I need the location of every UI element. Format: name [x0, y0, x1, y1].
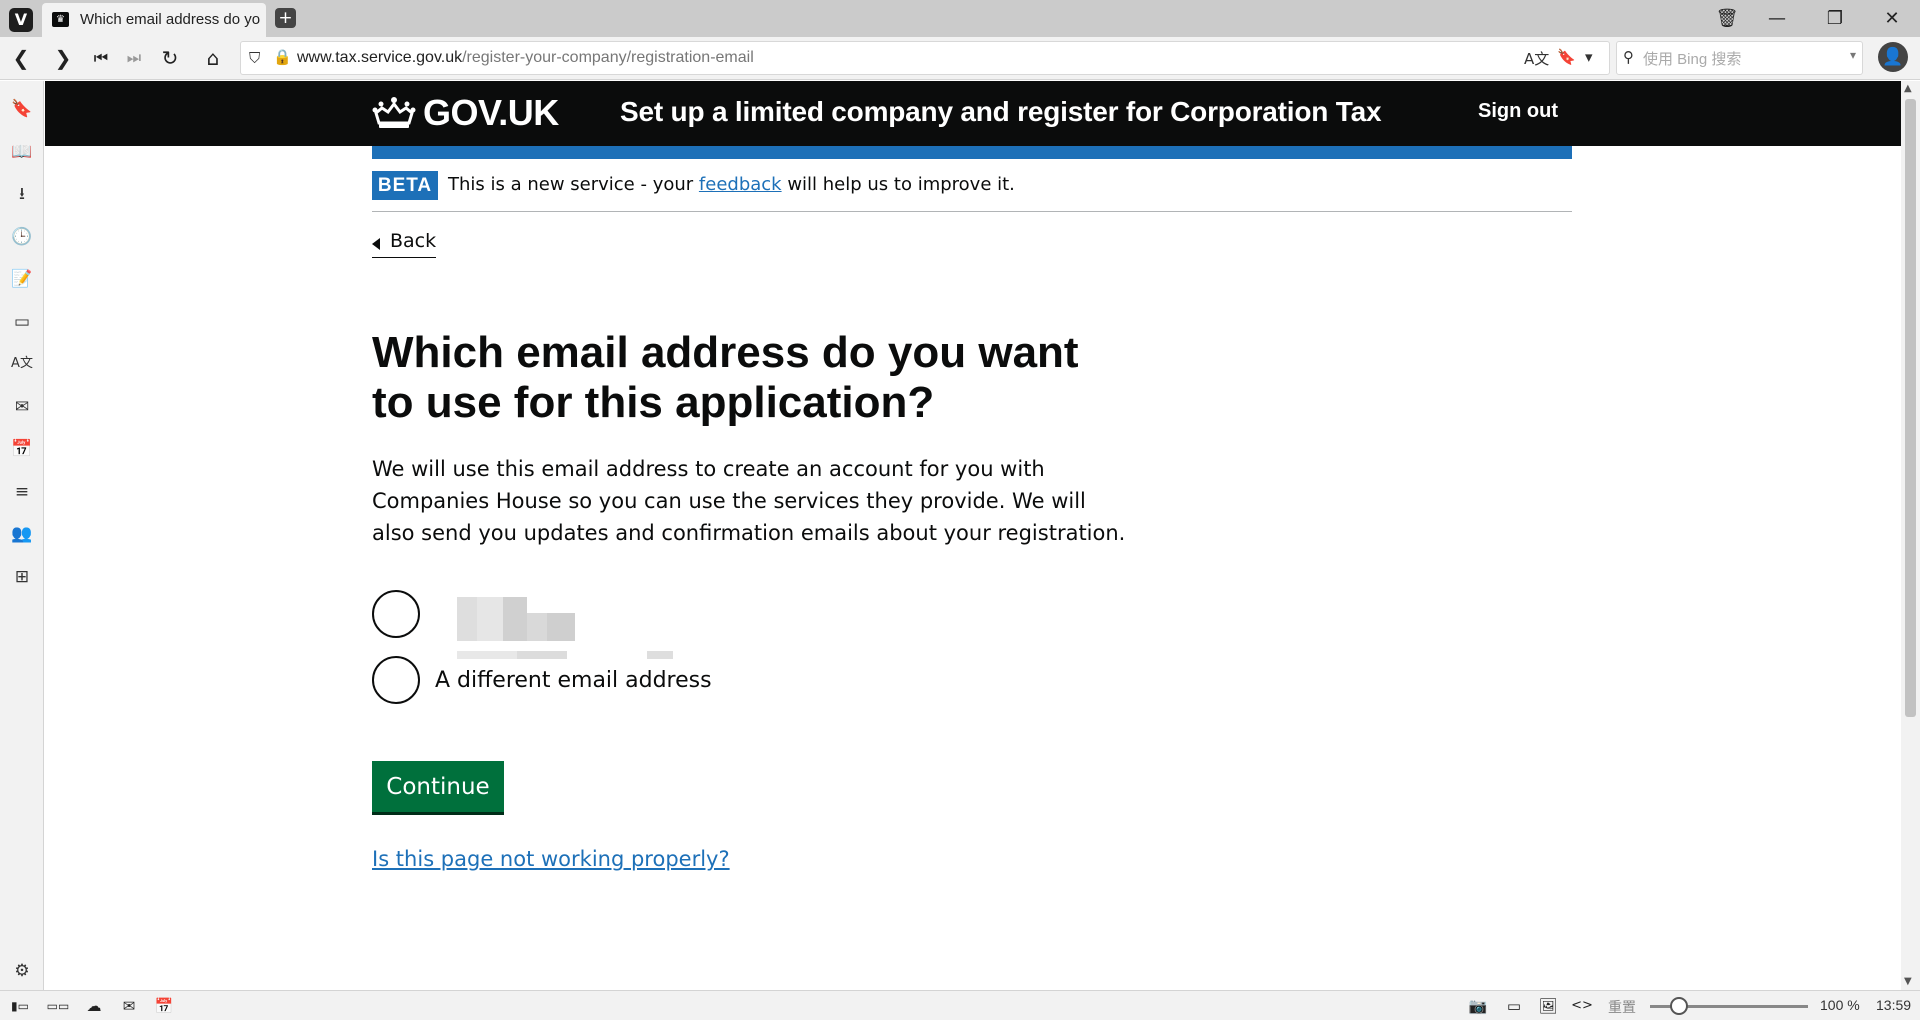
- vivaldi-menu-icon[interactable]: V: [9, 8, 33, 32]
- redaction-block: [527, 613, 547, 641]
- home-icon[interactable]: ⌂: [198, 43, 228, 73]
- downloads-icon[interactable]: ⭳: [8, 180, 36, 208]
- calendar-icon[interactable]: 📅: [8, 435, 36, 463]
- lock-icon[interactable]: 🔒: [273, 48, 292, 66]
- page-title: Which email address do you want to use f…: [372, 328, 1079, 427]
- report-problem-link[interactable]: Is this page not working properly?: [372, 847, 730, 871]
- scroll-up-icon[interactable]: ▲: [1904, 83, 1912, 94]
- radio-label[interactable]: A different email address: [435, 668, 712, 693]
- header-blue-bar: [372, 146, 1572, 159]
- status-bar: ▮▭ ▭▭ ☁ ✉ 📅 📷 ▭ 🖼 <> 重置 100 % 13:59: [0, 990, 1920, 1020]
- redaction-block: [457, 597, 477, 641]
- search-engine-dropdown-icon[interactable]: ▾: [1850, 48, 1856, 62]
- trash-icon[interactable]: 🗑: [1712, 4, 1742, 34]
- add-panel-icon[interactable]: ⊞: [8, 563, 36, 591]
- chevron-down-icon[interactable]: ▾: [1585, 48, 1593, 66]
- phase-banner-text: This is a new service - your feedback wi…: [448, 174, 1015, 195]
- new-tab-icon[interactable]: +: [275, 8, 296, 28]
- zoom-reset-button[interactable]: 重置: [1608, 997, 1636, 1017]
- search-input[interactable]: [1643, 46, 1823, 72]
- feeds-icon[interactable]: ≡: [8, 478, 36, 506]
- window-panel-icon[interactable]: ▭: [8, 308, 36, 336]
- close-icon[interactable]: ✕: [1877, 4, 1907, 34]
- govuk-crown-icon: ♛: [52, 12, 69, 27]
- redaction-block: [477, 597, 503, 641]
- scroll-thumb[interactable]: [1905, 99, 1916, 717]
- side-panel: 🔖 📖 ⭳ 🕒 📝 ▭ A文 ✉ 📅 ≡ 👥 ⊞ ⚙: [0, 81, 44, 990]
- bookmarks-icon[interactable]: 🔖: [8, 95, 36, 123]
- zoom-slider-handle[interactable]: [1670, 997, 1688, 1015]
- url-field[interactable]: ⛉ 🔒 www.tax.service.gov.uk/register-your…: [240, 41, 1610, 75]
- service-name[interactable]: Set up a limited company and register fo…: [620, 96, 1382, 128]
- page-description: We will use this email address to create…: [372, 457, 1126, 545]
- continue-button[interactable]: Continue: [372, 761, 504, 812]
- tile-tabs-icon[interactable]: ▭▭: [46, 995, 70, 1017]
- search-box: ⚲ ▾: [1616, 41, 1863, 75]
- forward-icon[interactable]: ❯: [48, 43, 78, 73]
- search-icon[interactable]: ⚲: [1623, 48, 1634, 66]
- images-toggle-icon[interactable]: 🖼: [1536, 995, 1560, 1017]
- reload-icon[interactable]: ↻: [155, 43, 185, 73]
- back-link-label: Back: [390, 230, 437, 252]
- zoom-level: 100 %: [1820, 997, 1860, 1013]
- profile-avatar-icon[interactable]: 👤: [1878, 42, 1908, 72]
- govuk-header: GOV.UK Set up a limited company and regi…: [45, 81, 1901, 146]
- redaction-block: [647, 651, 673, 659]
- radio-button[interactable]: [372, 590, 420, 638]
- phase-banner-divider: [372, 211, 1572, 212]
- tiling-icon[interactable]: ▭: [1502, 995, 1526, 1017]
- address-toolbar: ❮ ❯ ⏮ ⏭ ↻ ⌂ ⛉ 🔒 www.tax.service.gov.uk/r…: [0, 37, 1920, 80]
- shield-icon[interactable]: ⛉: [249, 49, 260, 67]
- history-icon[interactable]: 🕒: [8, 223, 36, 251]
- clock: 13:59: [1876, 997, 1912, 1013]
- page-scrollbar[interactable]: ▲ ▼: [1901, 81, 1920, 990]
- back-link[interactable]: Back: [372, 230, 437, 258]
- sign-out-link[interactable]: Sign out: [1478, 100, 1558, 123]
- translate-icon[interactable]: A文: [1524, 48, 1549, 69]
- redaction-block: [517, 651, 567, 659]
- phase-banner-text-before: This is a new service - your: [448, 174, 699, 195]
- redaction-block: [547, 613, 575, 641]
- reading-list-icon[interactable]: 📖: [8, 138, 36, 166]
- phase-banner-text-after: will help us to improve it.: [781, 174, 1015, 195]
- panel-toggle-icon[interactable]: ▮▭: [8, 995, 32, 1017]
- beta-tag: BETA: [372, 171, 438, 200]
- calendar-status-icon[interactable]: 📅: [152, 995, 176, 1017]
- url-path: /register-your-company/registration-emai…: [462, 49, 754, 66]
- translate-panel-icon[interactable]: A文: [8, 350, 36, 378]
- govuk-crown-icon[interactable]: [372, 96, 416, 130]
- feedback-link[interactable]: feedback: [699, 174, 782, 195]
- fastforward-icon[interactable]: ⏭: [119, 43, 149, 73]
- url-text[interactable]: www.tax.service.gov.uk/register-your-com…: [297, 49, 754, 67]
- active-tab[interactable]: ♛ Which email address do yo: [42, 3, 266, 37]
- url-domain: www.tax.service.gov.uk: [297, 49, 463, 66]
- radio-button[interactable]: [372, 656, 420, 704]
- minimize-icon[interactable]: —: [1762, 4, 1792, 34]
- redaction-block: [457, 651, 517, 659]
- mail-status-icon[interactable]: ✉: [117, 995, 141, 1017]
- tab-bar: V ♛ Which email address do yo + 🗑 — ❐ ✕: [0, 0, 1920, 37]
- page-actions-icon[interactable]: <>: [1570, 995, 1594, 1017]
- back-icon[interactable]: ❮: [6, 43, 36, 73]
- notes-icon[interactable]: 📝: [8, 265, 36, 293]
- contacts-icon[interactable]: 👥: [8, 520, 36, 548]
- back-arrow-icon: [372, 238, 380, 250]
- rewind-icon[interactable]: ⏮: [86, 43, 116, 73]
- mail-icon[interactable]: ✉: [8, 393, 36, 421]
- screenshot-icon[interactable]: 📷: [1466, 995, 1490, 1017]
- bookmark-icon[interactable]: 🔖: [1557, 48, 1576, 66]
- scroll-down-icon[interactable]: ▼: [1904, 976, 1912, 987]
- tab-title: Which email address do yo: [80, 11, 260, 28]
- settings-gear-icon[interactable]: ⚙: [8, 957, 36, 985]
- govuk-logotype[interactable]: GOV.UK: [423, 92, 559, 134]
- web-page: GOV.UK Set up a limited company and regi…: [45, 81, 1901, 990]
- redaction-block: [503, 597, 527, 641]
- sync-cloud-icon[interactable]: ☁: [82, 995, 106, 1017]
- restore-icon[interactable]: ❐: [1820, 4, 1850, 34]
